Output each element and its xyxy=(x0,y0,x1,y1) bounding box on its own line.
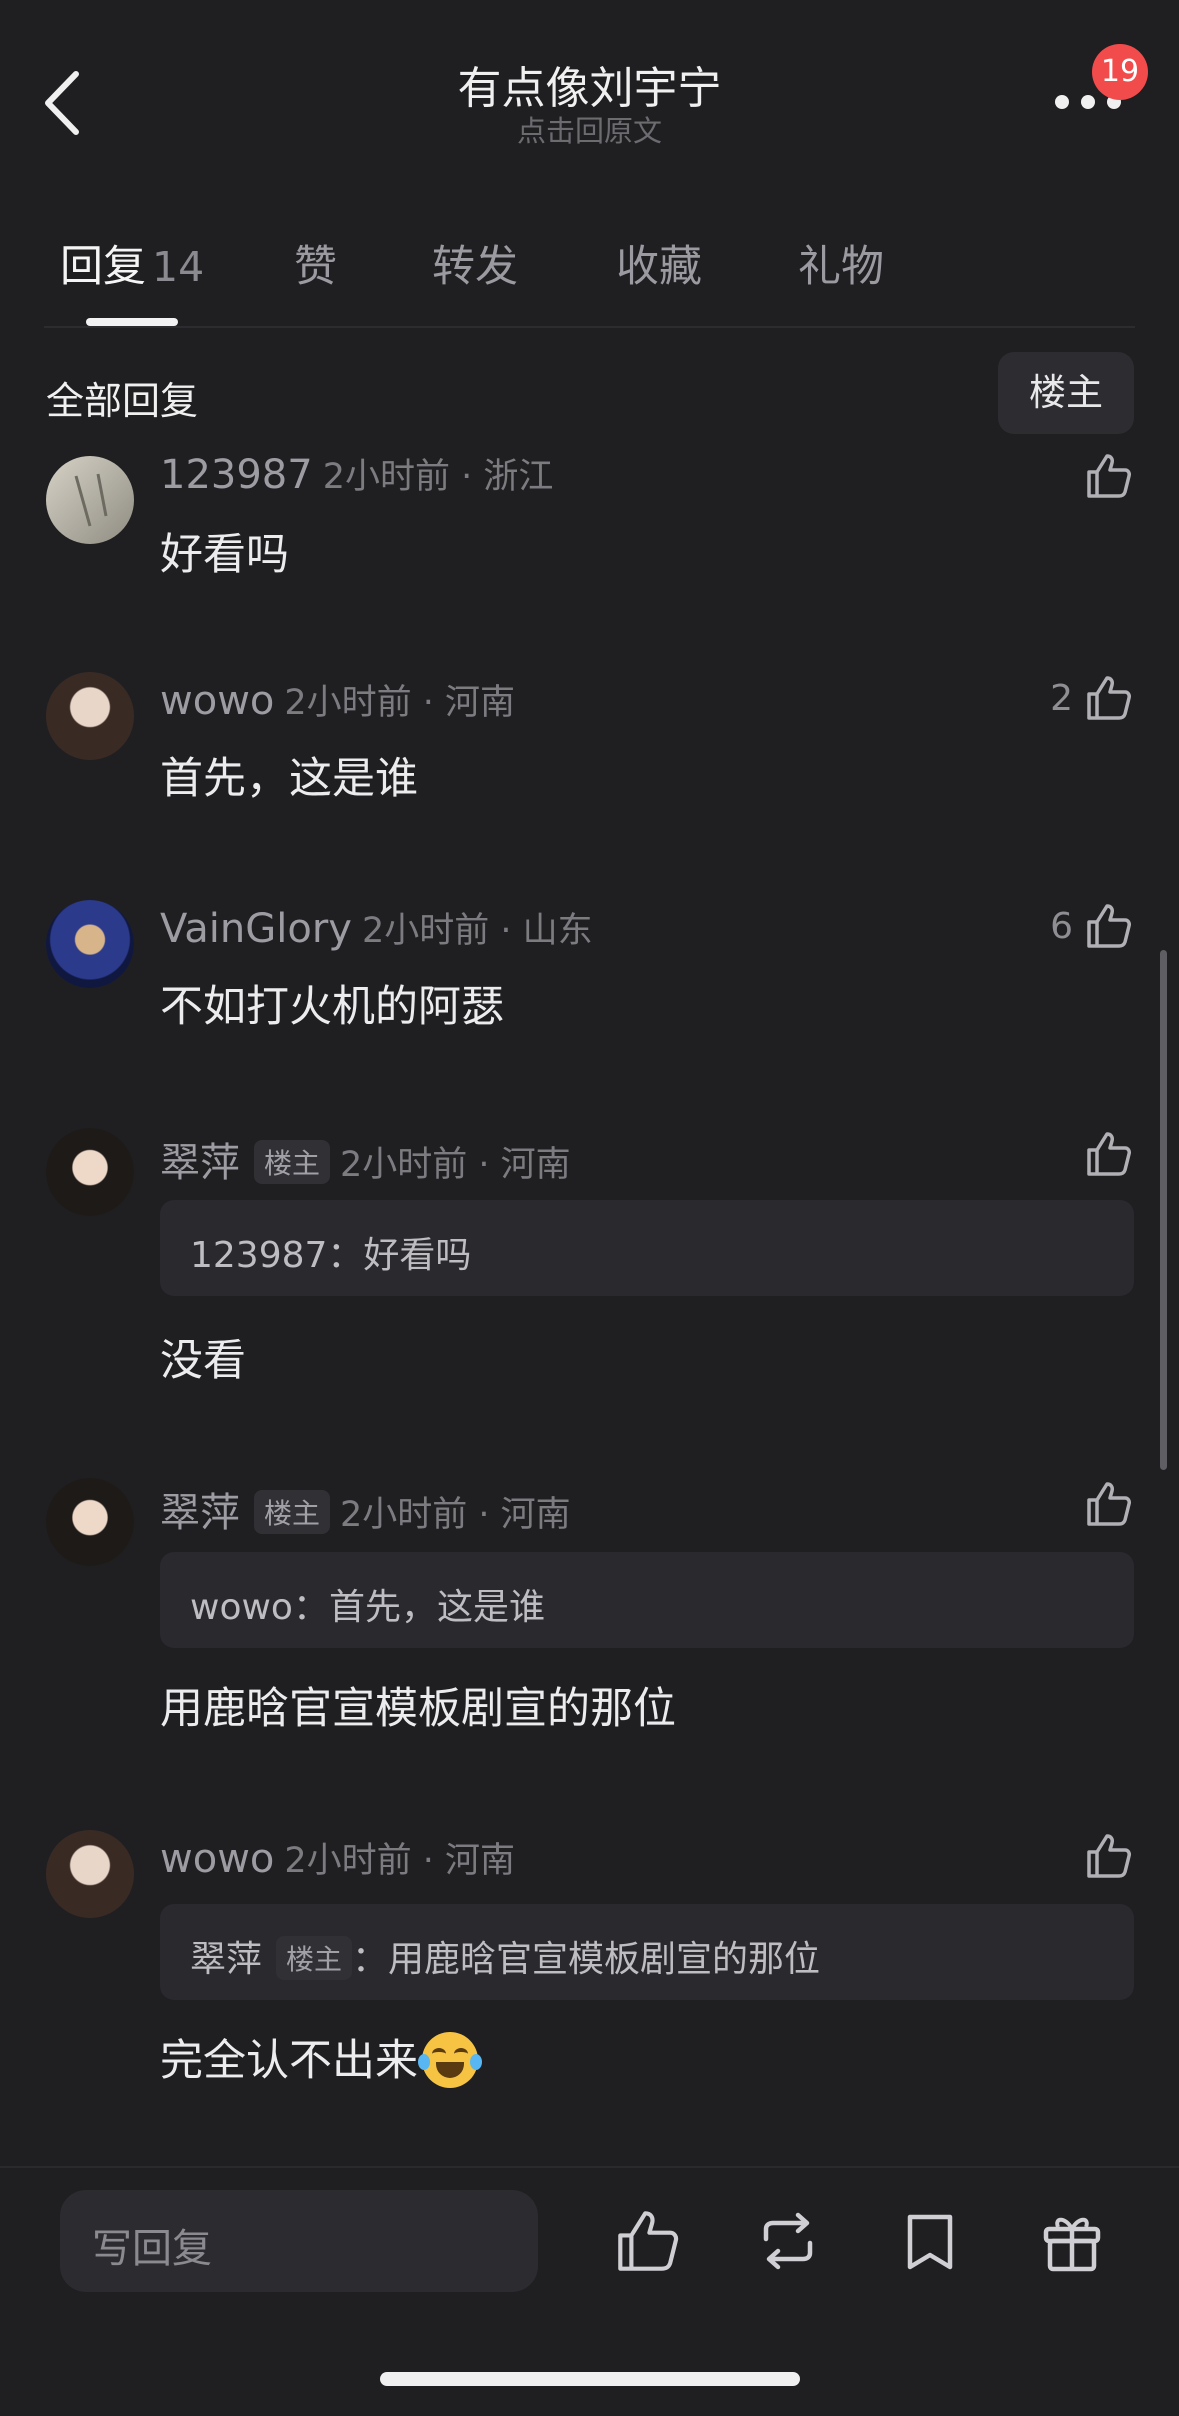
comment-text: 好看吗 xyxy=(160,530,289,580)
comment-text: 用鹿晗官宣模板剧宣的那位 xyxy=(160,1684,676,1734)
thumbs-up-icon xyxy=(1087,904,1131,948)
comment-time: 2小时前 · 河南 xyxy=(340,1145,571,1185)
comment-meta: 翠萍 楼主 2小时前 · 河南 xyxy=(160,1130,571,1188)
like-button[interactable]: 2 xyxy=(1025,672,1135,724)
comment-text: 不如打火机的阿瑟 xyxy=(160,982,504,1032)
gift-button[interactable] xyxy=(1036,2205,1108,2277)
like-button[interactable] xyxy=(1025,1830,1135,1882)
comment-time: 2小时前 · 河南 xyxy=(284,683,516,723)
repost-button[interactable] xyxy=(752,2205,824,2277)
thumbs-up-icon xyxy=(1087,1482,1131,1526)
avatar[interactable] xyxy=(46,456,134,544)
thumbs-up-icon xyxy=(1087,676,1131,720)
tab-bar: 回复 14 赞 转发 收藏 礼物 xyxy=(0,232,1179,322)
tab-reposts[interactable]: 转发 xyxy=(432,232,518,294)
comment-time: 2小时前 · 浙江 xyxy=(322,457,554,497)
like-button-bottom[interactable] xyxy=(612,2205,684,2277)
thumbs-up-icon xyxy=(1087,454,1131,498)
quoted-username: 翠萍 xyxy=(190,1939,263,1980)
section-title: 全部回复 xyxy=(46,379,199,423)
comment-text: 首先，这是谁 xyxy=(160,754,418,804)
thumbs-up-icon xyxy=(1087,1834,1131,1878)
bottom-divider xyxy=(0,2166,1179,2168)
comment-meta: 123987 2小时前 · 浙江 xyxy=(160,448,553,499)
poster-filter-button[interactable]: 楼主 xyxy=(998,352,1134,434)
poster-tag: 楼主 xyxy=(254,1490,331,1534)
tab-divider xyxy=(44,326,1135,328)
comment-meta: VainGlory 2小时前 · 山东 xyxy=(160,902,593,953)
reply-placeholder: 写回复 xyxy=(92,2226,212,2272)
repost-icon xyxy=(763,2212,813,2270)
username[interactable]: wowo xyxy=(160,678,274,724)
avatar[interactable] xyxy=(46,672,134,760)
comment-meta: 翠萍 楼主 2小时前 · 河南 xyxy=(160,1480,571,1538)
username[interactable]: 翠萍 xyxy=(160,1140,240,1186)
quoted-content: ：用鹿晗官宣模板剧宣的那位 xyxy=(352,1939,821,1980)
comment-time: 2小时前 · 山东 xyxy=(361,911,593,951)
tab-replies-label: 回复 xyxy=(60,242,146,292)
notification-badge: 19 xyxy=(1092,44,1148,100)
username[interactable]: VainGlory xyxy=(160,906,352,952)
username[interactable]: 翠萍 xyxy=(160,1490,240,1536)
avatar[interactable] xyxy=(46,900,134,988)
quoted-text: 翠萍 楼主 ：用鹿晗官宣模板剧宣的那位 xyxy=(190,1930,820,1983)
quoted-text: 123987：好看吗 xyxy=(190,1235,472,1276)
quoted-reply[interactable]: 123987：好看吗 xyxy=(160,1200,1134,1296)
tab-replies[interactable]: 回复 14 xyxy=(60,232,204,294)
username[interactable]: 123987 xyxy=(160,452,313,498)
page-title: 有点像刘宇宁 xyxy=(457,63,722,114)
quoted-reply[interactable]: 翠萍 楼主 ：用鹿晗官宣模板剧宣的那位 xyxy=(160,1904,1134,2000)
view-original-link[interactable]: 点击回原文 xyxy=(0,108,1179,150)
tab-gifts[interactable]: 礼物 xyxy=(798,232,884,294)
gift-icon xyxy=(1043,2217,1101,2272)
like-count: 6 xyxy=(1050,906,1073,947)
tab-likes[interactable]: 赞 xyxy=(294,232,337,294)
active-tab-indicator xyxy=(86,318,178,326)
bookmark-button[interactable] xyxy=(894,2205,966,2277)
like-button[interactable] xyxy=(1025,450,1135,502)
like-button[interactable] xyxy=(1025,1128,1135,1180)
comment-text-content: 完全认不出来 xyxy=(160,2036,418,2086)
home-indicator[interactable] xyxy=(380,2372,800,2386)
tab-favorites[interactable]: 收藏 xyxy=(616,232,702,294)
comment-time: 2小时前 · 河南 xyxy=(284,1841,516,1881)
username[interactable]: wowo xyxy=(160,1836,274,1882)
bookmark-icon xyxy=(907,2214,953,2270)
quoted-reply[interactable]: wowo：首先，这是谁 xyxy=(160,1552,1134,1648)
reply-input[interactable]: 写回复 xyxy=(60,2190,538,2292)
avatar[interactable] xyxy=(46,1128,134,1216)
comment-time: 2小时前 · 河南 xyxy=(340,1495,571,1535)
avatar[interactable] xyxy=(46,1478,134,1566)
like-button[interactable]: 6 xyxy=(1025,900,1135,952)
like-button[interactable] xyxy=(1025,1478,1135,1530)
thumbs-up-icon xyxy=(1087,1132,1131,1176)
tab-replies-count: 14 xyxy=(152,243,205,291)
tears-of-joy-icon xyxy=(418,2031,482,2088)
poster-tag: 楼主 xyxy=(254,1140,331,1184)
comment-meta: wowo 2小时前 · 河南 xyxy=(160,674,515,725)
comment-text: 完全认不出来 xyxy=(160,2026,482,2092)
quoted-text: wowo：首先，这是谁 xyxy=(190,1587,545,1628)
comment-meta: wowo 2小时前 · 河南 xyxy=(160,1832,515,1883)
like-icon xyxy=(618,2211,679,2271)
poster-tag: 楼主 xyxy=(276,1936,353,1980)
comment-text: 没看 xyxy=(160,1336,246,1386)
scrollbar[interactable] xyxy=(1160,950,1167,1470)
avatar[interactable] xyxy=(46,1830,134,1918)
like-count: 2 xyxy=(1050,678,1073,719)
